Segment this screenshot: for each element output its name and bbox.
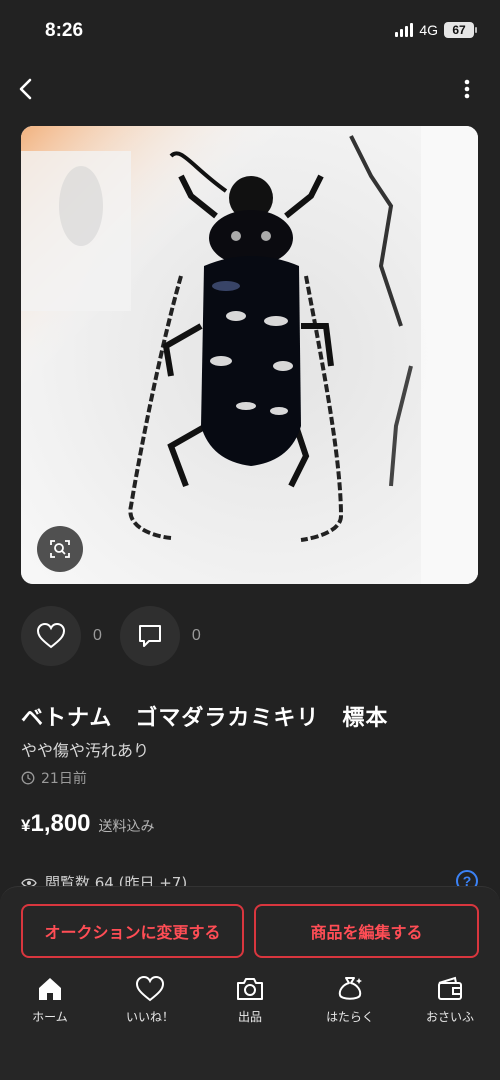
posted-time: 21日前 [21,768,87,788]
nav-bar [0,62,500,116]
like-count: 0 [93,627,102,644]
product-photo[interactable] [21,126,478,584]
tab-wallet[interactable]: おさいふ [400,975,500,1035]
tab-sell[interactable]: 出品 [200,975,300,1035]
heart-icon [36,622,66,649]
camera-icon [237,978,263,1000]
home-icon [39,978,61,1000]
comment-button[interactable] [119,606,180,666]
like-button[interactable] [21,606,81,666]
comment-count: 0 [191,627,201,644]
clock-icon [21,771,35,785]
network-type: 4G [419,22,438,38]
status-bar: 8:26 4G 67 [0,0,500,62]
more-options-button[interactable] [452,72,482,106]
tab-label: 出品 [237,1010,262,1024]
tab-work[interactable]: はたらく [300,975,400,1035]
more-vertical-icon [464,79,470,99]
edit-item-button[interactable]: 商品を編集する [254,904,479,958]
tab-label: はたらく [326,1010,374,1024]
tab-home[interactable]: ホーム [0,975,100,1035]
price: ¥1,800 [21,810,91,838]
shipping-note: 送料込み [98,819,155,835]
wallet-icon [438,976,462,1000]
heart-icon [135,975,165,1002]
reactions: 0 0 [21,606,219,666]
status-time: 8:26 [45,20,84,41]
item-condition: やや傷や汚れあり [21,741,150,760]
tab-label: ホーム [32,1010,68,1024]
status-indicators: 4G 67 [395,22,477,38]
comment-icon [138,625,161,647]
back-button[interactable] [10,72,44,106]
price-value: 1,800 [30,810,91,837]
tab-likes[interactable]: いいね！ [100,975,200,1035]
price-row: ¥1,800 送料込み [21,810,155,838]
tab-label: おさいふ [425,1010,474,1024]
posted-time-label: 21日前 [41,771,87,787]
money-bag-icon [338,977,362,1000]
chevron-left-icon [19,78,32,100]
beetle-photo [21,126,478,584]
battery-icon: 67 [444,22,477,38]
lens-scan-icon [50,540,70,558]
signal-icon [395,23,414,37]
change-to-auction-button[interactable]: オークションに変更する [21,904,244,958]
image-search-button[interactable] [37,526,83,572]
tab-label: いいね！ [125,1010,174,1024]
tab-bar: ホーム いいね！ 出品 はたらく おさいふ [0,975,500,1035]
item-title: ベトナム ゴマダラカミキリ 標本 [21,706,389,731]
